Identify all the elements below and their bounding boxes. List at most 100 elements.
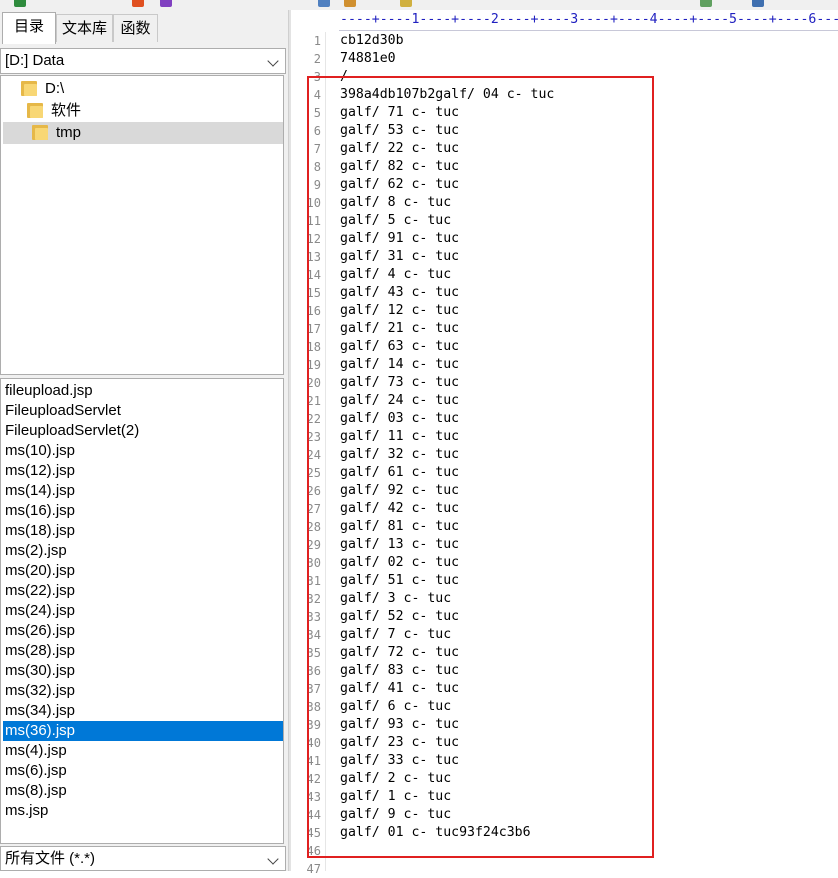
code-line: galf/ 71 c- tuc [340, 105, 460, 120]
line-number: 44 [306, 808, 321, 822]
code-line: galf/ 53 c- tuc [340, 123, 460, 138]
code-line: galf/ 24 c- tuc [340, 393, 460, 408]
file-filter-value: 所有文件 (*.*) [5, 850, 96, 867]
tree-item-drive[interactable]: D:\ [21, 78, 161, 100]
line-number: 4 [313, 88, 321, 102]
panel-tabs: 目录 文本库 函数 [0, 10, 288, 44]
line-number: 38 [306, 700, 321, 714]
line-number: 21 [306, 394, 321, 408]
line-number: 46 [306, 844, 321, 858]
folder-icon [32, 125, 48, 140]
code-line: galf/ 61 c- tuc [340, 465, 460, 480]
code-line: galf/ 9 c- tuc [340, 807, 452, 822]
left-panel: 目录 文本库 函数 [D:] Data D:\ 软件 tmp fileuploa… [0, 10, 288, 871]
file-list-item[interactable]: ms(8).jsp [3, 781, 283, 801]
toolbar-icon[interactable] [318, 0, 330, 7]
code-line: galf/ 41 c- tuc [340, 681, 460, 696]
code-line: galf/ 82 c- tuc [340, 159, 460, 174]
toolbar-icon[interactable] [700, 0, 712, 7]
code-line: galf/ 21 c- tuc [340, 321, 460, 336]
file-list-item[interactable]: ms(28).jsp [3, 641, 283, 661]
toolbar-icon[interactable] [14, 0, 26, 7]
file-list-item[interactable]: ms(20).jsp [3, 561, 283, 581]
toolbar-icon[interactable] [132, 0, 144, 7]
file-list-item[interactable]: ms(10).jsp [3, 441, 283, 461]
line-number: 13 [306, 250, 321, 264]
file-list-item[interactable]: ms(16).jsp [3, 501, 283, 521]
line-number: 33 [306, 610, 321, 624]
code-line: 74881e0 [340, 51, 396, 66]
line-number: 3 [313, 70, 321, 84]
line-number: 47 [306, 862, 321, 876]
file-list[interactable]: fileupload.jsp FileuploadServlet Fileuploa… [0, 378, 284, 844]
line-number: 30 [306, 556, 321, 570]
editor[interactable]: ----+----1----+----2----+----3----+----4… [291, 10, 838, 876]
code-line: 398a4db107b2galf/ 04 c- tuc [340, 87, 555, 102]
file-list-item[interactable]: ms(26).jsp [3, 621, 283, 641]
code-line: galf/ 11 c- tuc [340, 429, 460, 444]
file-list-item[interactable]: ms(12).jsp [3, 461, 283, 481]
file-list-item[interactable]: ms(24).jsp [3, 601, 283, 621]
line-number: 6 [313, 124, 321, 138]
line-number: 34 [306, 628, 321, 642]
code-line: galf/ 1 c- tuc [340, 789, 452, 804]
file-list-item[interactable]: ms(30).jsp [3, 661, 283, 681]
code-line: galf/ 5 c- tuc [340, 213, 452, 228]
toolbar-icon[interactable] [344, 0, 356, 7]
code-line: galf/ 14 c- tuc [340, 357, 460, 372]
ruler-text: ----+----1----+----2----+----3----+----4… [340, 12, 838, 27]
chevron-down-icon [267, 55, 279, 67]
line-number: 11 [306, 214, 321, 228]
line-number: 25 [306, 466, 321, 480]
line-number: 14 [306, 268, 321, 282]
file-list-item[interactable]: FileuploadServlet [3, 401, 283, 421]
file-list-item[interactable]: ms.jsp [3, 801, 283, 821]
tree-item-tmp[interactable]: tmp [3, 122, 283, 144]
line-number: 31 [306, 574, 321, 588]
line-number: 40 [306, 736, 321, 750]
code-line: galf/ 91 c- tuc [340, 231, 460, 246]
directory-tree[interactable]: D:\ 软件 tmp [0, 75, 284, 375]
line-number: 26 [306, 484, 321, 498]
file-list-item[interactable]: ms(4).jsp [3, 741, 283, 761]
toolbar-icon[interactable] [752, 0, 764, 7]
drive-select[interactable]: [D:] Data [0, 48, 286, 74]
file-list-item[interactable]: ms(36).jsp [3, 721, 283, 741]
code-line: galf/ 13 c- tuc [340, 537, 460, 552]
file-list-item[interactable]: fileupload.jsp [3, 381, 283, 401]
tab-text-library[interactable]: 文本库 [56, 14, 113, 42]
code-line: galf/ 42 c- tuc [340, 501, 460, 516]
line-number: 35 [306, 646, 321, 660]
line-number: 16 [306, 304, 321, 318]
line-number: 28 [306, 520, 321, 534]
file-list-item[interactable]: ms(18).jsp [3, 521, 283, 541]
code-line: galf/ 4 c- tuc [340, 267, 452, 282]
line-number: 45 [306, 826, 321, 840]
code-line: galf/ 52 c- tuc [340, 609, 460, 624]
toolbar-icon[interactable] [160, 0, 172, 7]
code-line: galf/ 51 c- tuc [340, 573, 460, 588]
tree-item-software[interactable]: 软件 [27, 100, 167, 122]
file-list-item[interactable]: ms(14).jsp [3, 481, 283, 501]
line-number: 8 [313, 160, 321, 174]
tree-item-label: D:\ [45, 80, 65, 97]
line-number: 10 [306, 196, 321, 210]
line-number: 24 [306, 448, 321, 462]
line-number: 1 [313, 34, 321, 48]
file-list-item[interactable]: ms(32).jsp [3, 681, 283, 701]
tab-directory[interactable]: 目录 [2, 12, 56, 44]
gutter-divider [325, 32, 326, 871]
file-list-item[interactable]: ms(34).jsp [3, 701, 283, 721]
file-list-item[interactable]: ms(6).jsp [3, 761, 283, 781]
file-list-item[interactable]: FileuploadServlet(2) [3, 421, 283, 441]
folder-icon [27, 103, 43, 118]
code-line: cb12d30b [340, 33, 404, 48]
file-list-item[interactable]: ms(22).jsp [3, 581, 283, 601]
tab-functions[interactable]: 函数 [113, 14, 158, 42]
code-area[interactable]: cb12d30b 74881e0 / 398a4db107b2galf/ 04 c- … [340, 32, 838, 871]
code-line: galf/ 22 c- tuc [340, 141, 460, 156]
file-list-item[interactable]: ms(2).jsp [3, 541, 283, 561]
file-filter-select[interactable]: 所有文件 (*.*) [0, 846, 286, 871]
drive-select-value: [D:] Data [5, 52, 65, 69]
toolbar-icon[interactable] [400, 0, 412, 7]
